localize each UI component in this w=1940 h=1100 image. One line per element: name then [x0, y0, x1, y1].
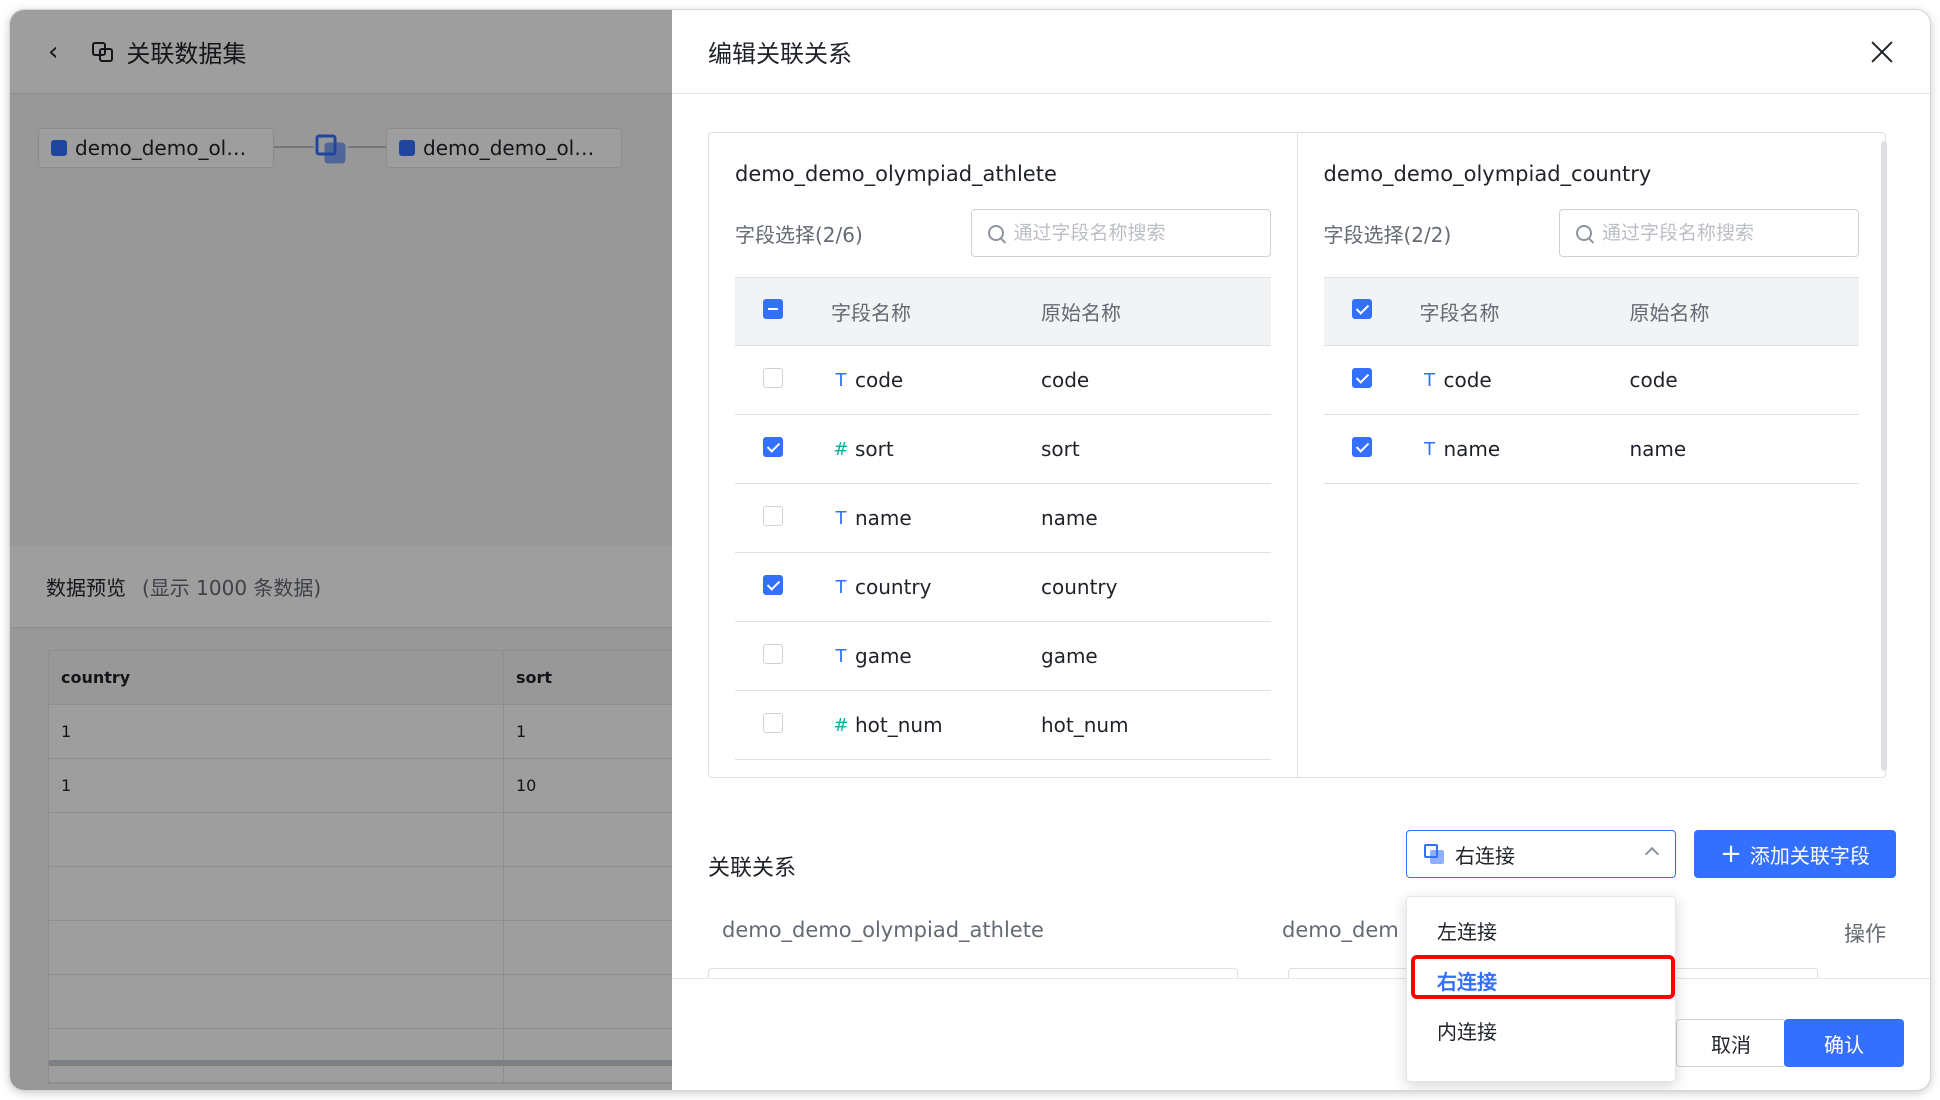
relation-right-column: demo_dem	[1282, 918, 1399, 942]
field-table-header: 字段名称 原始名称	[1323, 277, 1859, 346]
text-type-icon: T	[1424, 369, 1435, 391]
field-row: Tcode code	[735, 346, 1271, 415]
field-checkbox[interactable]	[763, 436, 783, 457]
select-all-checkbox[interactable]	[763, 299, 783, 319]
right-dataset-panel: demo_demo_olympiad_country 字段选择(2/2) 字段名…	[1296, 133, 1887, 777]
field-row: Tcode code	[1323, 346, 1859, 415]
origin-name: code	[1629, 368, 1678, 392]
text-type-icon: T	[835, 645, 847, 667]
origin-name: hot_num	[1041, 713, 1129, 737]
origin-name: sort	[1041, 437, 1080, 461]
column-header-origin: 原始名称	[1041, 301, 1121, 325]
text-type-icon: T	[1424, 438, 1435, 460]
search-icon	[1576, 225, 1592, 241]
close-icon[interactable]	[1870, 40, 1894, 64]
field-checkbox[interactable]	[1351, 367, 1372, 388]
field-search	[1559, 209, 1859, 257]
search-icon	[987, 225, 1004, 241]
join-type-icon	[1423, 843, 1445, 865]
confirm-button[interactable]: 确认	[1784, 1019, 1904, 1067]
field-search-input[interactable]	[1602, 222, 1842, 244]
cancel-button[interactable]: 取消	[1676, 1019, 1786, 1067]
field-select-row: 字段选择(2/2)	[1323, 209, 1859, 257]
relation-op-column: 操作	[1844, 922, 1886, 946]
origin-name: name	[1041, 506, 1098, 530]
field-row: Tname name	[735, 484, 1271, 553]
dropdown-item-inner-join[interactable]: 内连接	[1407, 1005, 1675, 1055]
field-name: game	[855, 644, 912, 668]
field-row: Tgame game	[735, 622, 1271, 691]
add-relation-field-label: 添加关联字段	[1749, 843, 1870, 868]
relation-title: 关联关系	[708, 856, 797, 881]
origin-name: game	[1041, 644, 1098, 668]
field-search-input[interactable]	[1013, 222, 1254, 244]
relation-left-column: demo_demo_olympiad_athlete	[722, 918, 1044, 942]
field-checkbox[interactable]	[763, 505, 783, 526]
field-name: name	[855, 506, 912, 530]
chevron-up-icon	[1644, 846, 1660, 862]
dataset-name: demo_demo_olympiad_athlete	[735, 162, 1057, 186]
field-row: Tname name	[1323, 415, 1859, 484]
number-type-icon: #	[833, 714, 849, 736]
field-select-label: 字段选择(2/6)	[735, 222, 863, 247]
text-type-icon: T	[835, 369, 847, 391]
drawer-footer: 取消 确认	[672, 978, 1930, 1090]
highlight-box	[1411, 955, 1675, 999]
field-row: # hot_num hot_num	[735, 691, 1271, 760]
field-selection-box: demo_demo_olympiad_athlete 字段选择(2/6) 字段名…	[708, 132, 1887, 778]
field-name: code	[855, 368, 904, 392]
add-relation-field-button[interactable]: + 添加关联字段	[1694, 830, 1896, 878]
field-name: name	[1443, 437, 1501, 461]
field-checkbox[interactable]	[763, 643, 783, 664]
dropdown-item-left-join[interactable]: 左连接	[1407, 905, 1675, 955]
select-all-checkbox[interactable]	[1351, 299, 1372, 319]
edit-relation-drawer: 编辑关联关系 demo_demo_olympiad_athlete 字段选择(2…	[672, 10, 1930, 1090]
field-checkbox[interactable]	[763, 712, 783, 733]
app-window: ‹ 关联数据集 demo_demo_ol… demo_demo_ol… 数据预览…	[10, 10, 1930, 1090]
dataset-name: demo_demo_olympiad_country	[1323, 162, 1652, 186]
origin-name: name	[1629, 437, 1687, 461]
field-row: # sort sort	[735, 415, 1271, 484]
field-search	[970, 209, 1271, 257]
column-header-field: 字段名称	[1419, 301, 1500, 325]
field-name: code	[1443, 368, 1492, 392]
field-table: 字段名称 原始名称 Tcode code Tname name	[1323, 277, 1859, 484]
vertical-scrollbar[interactable]	[1881, 141, 1887, 771]
field-row: Tcountry country	[735, 553, 1271, 622]
join-type-dropdown: 左连接 右连接 内连接	[1406, 896, 1676, 1082]
field-checkbox[interactable]	[763, 367, 783, 388]
text-type-icon: T	[835, 576, 847, 598]
field-checkbox[interactable]	[1351, 436, 1372, 457]
field-name: hot_num	[855, 713, 943, 737]
drawer-title: 编辑关联关系	[708, 40, 852, 68]
field-select-row: 字段选择(2/6)	[735, 209, 1271, 257]
column-header-field: 字段名称	[831, 301, 911, 325]
join-type-value: 右连接	[1455, 843, 1515, 868]
field-checkbox[interactable]	[763, 574, 783, 595]
field-name: country	[855, 575, 932, 599]
field-name: sort	[855, 437, 894, 461]
field-select-label: 字段选择(2/2)	[1323, 222, 1452, 247]
text-type-icon: T	[835, 507, 847, 529]
origin-name: code	[1041, 368, 1090, 392]
origin-name: country	[1041, 575, 1118, 599]
column-header-origin: 原始名称	[1629, 301, 1710, 325]
drawer-header: 编辑关联关系	[672, 10, 1930, 94]
join-type-select[interactable]: 右连接	[1406, 830, 1676, 878]
field-table: 字段名称 原始名称 Tcode code # sort sort T name …	[735, 277, 1271, 760]
plus-icon: +	[1720, 839, 1742, 869]
number-type-icon: #	[833, 438, 849, 460]
field-table-header: 字段名称 原始名称	[735, 277, 1271, 346]
left-dataset-panel: demo_demo_olympiad_athlete 字段选择(2/6) 字段名…	[709, 133, 1297, 777]
